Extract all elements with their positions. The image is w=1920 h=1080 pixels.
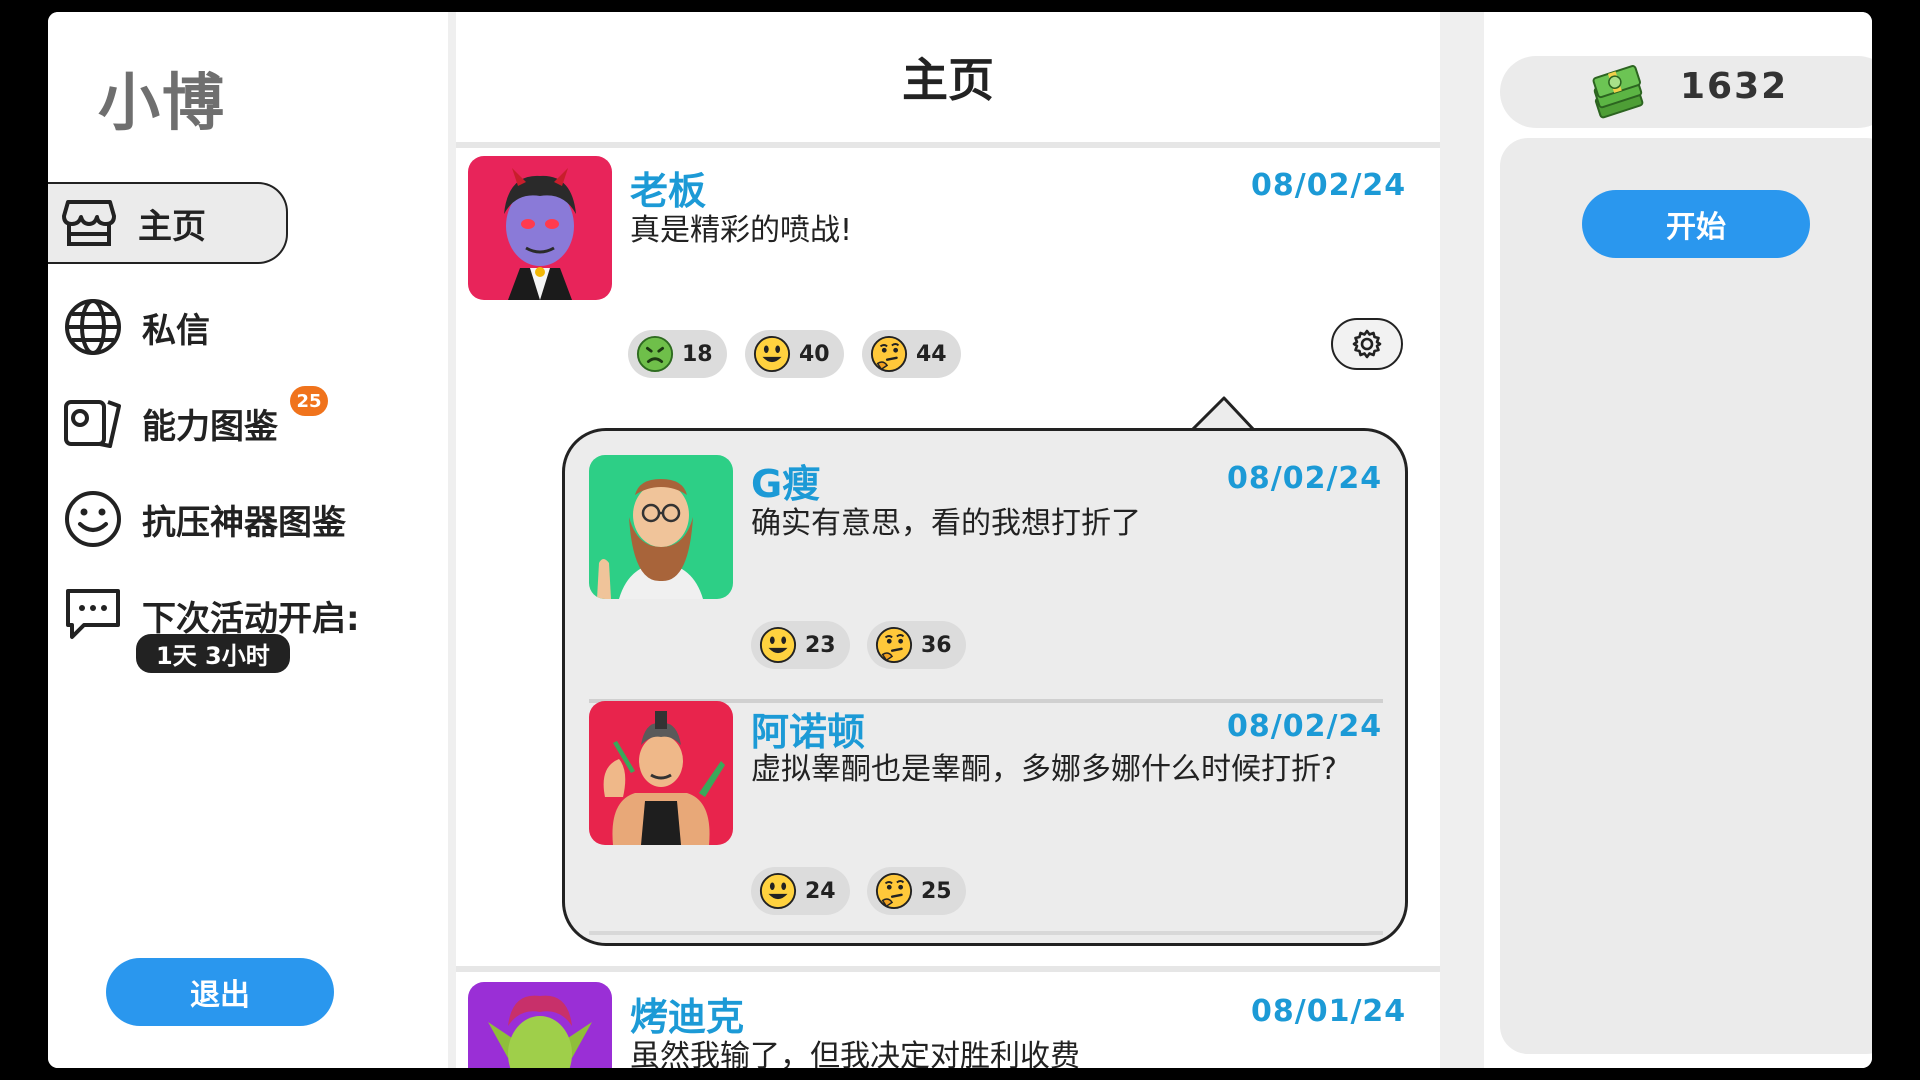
- notification-badge: 25: [290, 386, 328, 416]
- reply-text: 虚拟睾酮也是睾酮，多娜多娜什么时候打折?: [751, 752, 1337, 787]
- reply-date: 08/02/24: [1227, 709, 1383, 744]
- chat-icon: [64, 586, 122, 644]
- sidebar-item-label: 下次活动开启:: [142, 598, 360, 639]
- sidebar-item-abilities[interactable]: 能力图鉴 25: [48, 382, 328, 464]
- feed[interactable]: 主页 老板 08/02/24 真是精彩的喷战! 18 40 44 G瘦 08/0…: [456, 12, 1440, 1068]
- smile-emoji: [753, 335, 791, 373]
- wallet-display: 1632: [1500, 56, 1872, 128]
- reaction-count: 44: [916, 341, 947, 367]
- side-panel: 开始: [1500, 138, 1872, 1054]
- reply-author[interactable]: 阿诺顿: [751, 701, 865, 756]
- logout-button[interactable]: 退出: [106, 958, 334, 1026]
- start-button[interactable]: 开始: [1582, 190, 1810, 258]
- sidebar-item-label: 私信: [142, 310, 210, 351]
- reaction-smile-button[interactable]: 23: [751, 621, 850, 669]
- sidebar-item-label: 主页: [138, 206, 206, 247]
- reply-bubble-tail: [1192, 396, 1256, 432]
- reaction-count: 18: [682, 341, 713, 367]
- sidebar-item-label: 抗压神器图鉴: [142, 502, 346, 543]
- smile-emoji: [759, 626, 797, 664]
- shop-icon: [60, 194, 118, 252]
- reaction-count: 23: [805, 632, 836, 658]
- sidebar-item-messages[interactable]: 私信: [48, 286, 210, 368]
- event-countdown: 1天 3小时: [136, 634, 290, 673]
- sidebar: 小博 主页 私信 能力图鉴 25 抗压神器图鉴 下次活动开启: 1天 3小时 退…: [48, 12, 448, 1068]
- post-author[interactable]: 烤迪克: [630, 986, 744, 1041]
- bodybuilder-avatar[interactable]: [589, 701, 733, 845]
- right-panel: 1632 开始: [1484, 12, 1872, 1068]
- money-stack-icon: [1592, 65, 1644, 119]
- post-divider: [456, 966, 1440, 972]
- reaction-count: 25: [921, 878, 952, 904]
- gear-icon: [1352, 329, 1382, 359]
- reply-thread: G瘦 08/02/24 确实有意思，看的我想打折了 23 36 阿诺顿 08/0…: [562, 428, 1408, 946]
- page-title: 主页: [456, 12, 1440, 148]
- wallet-amount: 1632: [1680, 66, 1789, 107]
- bearded-man-avatar[interactable]: [589, 455, 733, 599]
- reaction-thinking-button[interactable]: 44: [862, 330, 961, 378]
- thinking-emoji: [875, 872, 913, 910]
- reaction-count: 40: [799, 341, 830, 367]
- globe-icon: [64, 298, 122, 356]
- reaction-thinking-button[interactable]: 25: [867, 867, 966, 915]
- app-logo: 小博: [98, 66, 227, 139]
- reaction-smile-button[interactable]: 40: [745, 330, 844, 378]
- reaction-count: 24: [805, 878, 836, 904]
- reply-text: 确实有意思，看的我想打折了: [751, 506, 1141, 541]
- sidebar-item-stress-toys[interactable]: 抗压神器图鉴: [48, 478, 346, 560]
- post-author[interactable]: 老板: [630, 160, 706, 215]
- post-text: 真是精彩的喷战!: [630, 213, 853, 248]
- sick-emoji: [636, 335, 674, 373]
- post-settings-button[interactable]: [1331, 318, 1403, 370]
- smiley-icon: [64, 490, 122, 548]
- feed-column: 主页 老板 08/02/24 真是精彩的喷战! 18 40 44 G瘦 08/0…: [448, 12, 1484, 1068]
- reaction-thinking-button[interactable]: 36: [867, 621, 966, 669]
- reply-date: 08/02/24: [1227, 461, 1383, 496]
- thinking-emoji: [875, 626, 913, 664]
- smile-emoji: [759, 872, 797, 910]
- cards-icon: [64, 394, 122, 452]
- post-date: 08/02/24: [1251, 168, 1407, 203]
- post-date: 08/01/24: [1251, 994, 1407, 1029]
- reaction-sick-button[interactable]: 18: [628, 330, 727, 378]
- reaction-smile-button[interactable]: 24: [751, 867, 850, 915]
- sidebar-item-label: 能力图鉴: [142, 406, 278, 447]
- reply-divider: [589, 931, 1383, 935]
- thinking-emoji: [870, 335, 908, 373]
- post-text: 虽然我输了，但我决定对胜利收费: [630, 1039, 1080, 1068]
- reply-author[interactable]: G瘦: [751, 453, 820, 508]
- reaction-count: 36: [921, 632, 952, 658]
- app-window: 小博 主页 私信 能力图鉴 25 抗压神器图鉴 下次活动开启: 1天 3小时 退…: [48, 12, 1872, 1068]
- sidebar-item-home[interactable]: 主页: [48, 182, 288, 264]
- vampire-avatar[interactable]: [468, 156, 612, 300]
- goblin-avatar[interactable]: [468, 982, 612, 1068]
